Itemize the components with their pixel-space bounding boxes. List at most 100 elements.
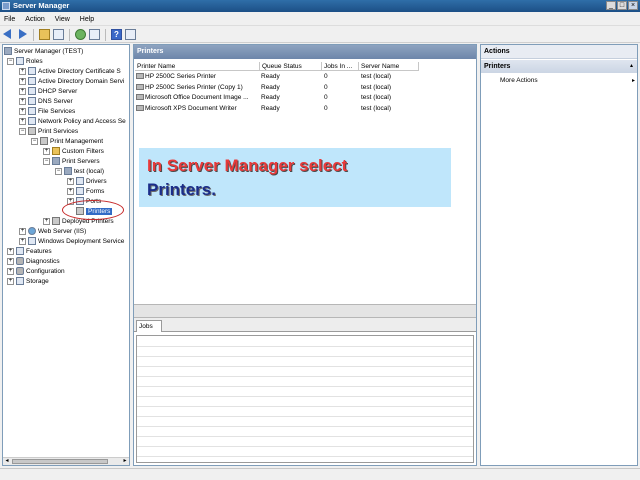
menu-help[interactable]: Help [80,16,94,23]
help-icon[interactable]: ? [111,29,122,40]
expand-icon[interactable]: + [19,67,26,75]
jobs-list-row [137,456,473,457]
jobs-list-row [137,416,473,417]
printer-row[interactable]: Microsoft Office Document Image ... Ready… [134,93,474,103]
expand-icon[interactable]: + [19,237,26,245]
expand-icon[interactable]: + [7,277,14,285]
tree-node-label: Drivers [86,177,107,185]
expand-icon[interactable]: + [19,77,26,85]
expand-icon[interactable]: + [67,177,74,185]
tree-node[interactable]: + File Services [19,106,75,116]
printer-name-cell: Microsoft XPS Document Writer [136,104,260,114]
menu-file[interactable]: File [4,16,15,23]
scroll-thumb[interactable] [12,459,108,464]
tree-node[interactable]: + DHCP Server [19,86,77,96]
tree-node[interactable]: + Windows Deployment Service [19,236,124,246]
scroll-left-icon[interactable]: ◂ [3,458,11,465]
printer-row[interactable]: HP 2500C Series Printer (Copy 1) Ready 0 te… [134,83,474,93]
tree-node[interactable]: Server Manager (TEST) [4,46,83,56]
collapse-icon[interactable]: − [55,167,62,175]
show-hide-action-pane-icon[interactable] [125,29,136,40]
tree-node[interactable]: + Web Server (IIS) [19,226,86,236]
menu-view[interactable]: View [55,16,70,23]
collapse-icon[interactable]: − [7,57,14,65]
tree-node[interactable]: − Print Servers [43,156,100,166]
printer-row[interactable]: HP 2500C Series Printer Ready 0 test (local… [134,72,474,82]
menu-action[interactable]: Action [25,16,44,23]
expand-icon[interactable]: + [19,87,26,95]
server-name-cell: test (local) [361,94,391,101]
tree-node-label: Custom Filters [62,147,104,155]
printer-icon [28,127,36,135]
tree-node[interactable]: + Drivers [67,176,107,186]
expand-icon[interactable]: + [19,117,26,125]
column-jobs-in-queue[interactable]: Jobs In ... [322,62,359,71]
expand-icon[interactable]: + [7,267,14,275]
expand-icon[interactable]: + [19,97,26,105]
role-icon [28,107,36,115]
collapse-icon[interactable]: − [43,157,50,165]
server-icon [64,167,72,175]
minimize-button[interactable]: _ [606,1,616,10]
collapse-icon[interactable]: − [19,127,26,135]
tree-node-label: Web Server (IIS) [38,227,87,235]
server-name-cell: test (local) [361,83,391,91]
forward-button[interactable] [17,29,28,40]
console-tree[interactable]: + Storage + Configuration + Diagnostics + Featu… [2,44,130,466]
printer-row[interactable]: Microsoft XPS Document Writer Ready 0 test … [134,104,474,114]
tree-node-label: Print Management [50,137,104,145]
maximize-button[interactable]: □ [617,1,627,10]
collapse-icon[interactable]: − [31,137,38,145]
title-bar[interactable]: Server Manager _ □ × [0,0,640,12]
column-printer-name[interactable]: Printer Name [135,62,260,71]
close-button[interactable]: × [628,1,638,10]
actions-header: Actions [481,45,637,59]
role-icon [28,67,36,75]
tree-node[interactable]: − Print Services [19,126,78,136]
more-actions-item[interactable]: More Actions ▸ [500,76,635,86]
export-list-icon[interactable] [89,29,100,40]
expand-icon[interactable]: + [7,257,14,265]
show-hide-tree-icon[interactable] [53,29,64,40]
server-name-cell: test (local) [361,73,391,80]
tree-node[interactable]: + Features [7,246,52,256]
column-queue-status[interactable]: Queue Status [260,62,322,71]
tree-node[interactable]: − Print Management [31,136,103,146]
scroll-right-icon[interactable]: ▸ [121,458,129,465]
tree-node[interactable]: + Configuration [7,266,65,276]
expand-icon[interactable]: + [7,247,14,255]
window-controls: _ □ × [606,1,638,10]
printer-icon [136,73,144,80]
tree-node[interactable]: − test (local) [55,166,104,176]
up-folder-icon[interactable] [39,29,50,40]
expand-icon[interactable]: + [67,187,74,195]
jobs-tab-bar: Jobs [134,318,476,332]
printer-name: Microsoft XPS Document Writer [145,104,237,112]
tree-node[interactable]: + Custom Filters [43,146,104,156]
column-server-name[interactable]: Server Name [359,62,419,71]
collapse-up-icon[interactable]: ▴ [630,60,633,73]
tree-node[interactable]: + Diagnostics [7,256,60,266]
actions-section-printers[interactable]: Printers ▴ [481,60,637,73]
printer-name: HP 2500C Series Printer (Copy 1) [145,83,243,91]
callout-line-2: Printers. [147,180,216,199]
expand-icon[interactable]: + [43,217,50,225]
expand-icon[interactable]: + [19,227,26,235]
tab-jobs[interactable]: Jobs [136,320,162,332]
features-icon [16,247,24,255]
tree-node[interactable]: + DNS Server [19,96,73,106]
tree-horizontal-scrollbar[interactable]: ◂ ▸ [3,457,129,465]
tree-node[interactable]: + Network Policy and Access Se [19,116,126,126]
expand-icon[interactable]: + [19,107,26,115]
tree-node[interactable]: − Roles [7,56,43,66]
tree-node[interactable]: + Storage [7,276,49,286]
pane-splitter[interactable] [134,304,476,318]
more-actions-label: More Actions [500,77,538,84]
expand-icon[interactable]: + [43,147,50,155]
refresh-icon[interactable] [75,29,86,40]
jobs-list[interactable] [136,335,474,463]
back-button[interactable] [3,29,14,40]
tree-node[interactable]: + Active Directory Domain Servi [19,76,124,86]
tree-node[interactable]: + Forms [67,186,104,196]
tree-node[interactable]: + Active Directory Certificate S [19,66,121,76]
